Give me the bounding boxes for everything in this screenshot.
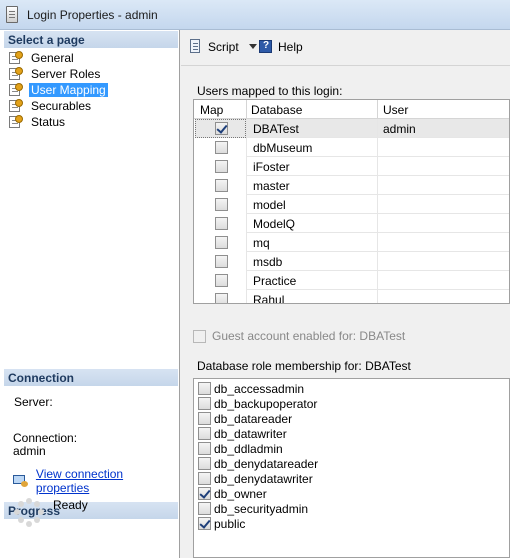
role-membership-list[interactable]: db_accessadmin db_backupoperator db_data… [193, 378, 510, 558]
role-checkbox[interactable] [198, 487, 211, 500]
role-checkbox[interactable] [198, 382, 211, 395]
help-label: Help [278, 39, 303, 54]
map-checkbox[interactable] [215, 293, 228, 303]
role-label: db_ddladmin [214, 442, 283, 456]
database-document-icon [6, 6, 18, 23]
page-item-status[interactable]: Status [8, 114, 108, 130]
help-button[interactable]: Help [258, 39, 303, 54]
progress-spinner-icon [14, 498, 44, 528]
server-label: Server: [14, 395, 53, 409]
table-row[interactable]: master [194, 176, 509, 195]
role-checkbox[interactable] [198, 457, 211, 470]
database-cell[interactable]: Practice [253, 274, 296, 288]
table-row[interactable]: DBATest admin [194, 119, 509, 138]
script-label: Script [208, 39, 239, 54]
page-label: Server Roles [31, 67, 101, 81]
role-label: public [214, 517, 246, 531]
page-wrench-icon [8, 67, 24, 81]
role-checkbox[interactable] [198, 397, 211, 410]
role-label: db_datareader [214, 412, 293, 426]
users-mapped-caption: Users mapped to this login: [197, 84, 343, 98]
database-cell[interactable]: ModelQ [253, 217, 295, 231]
page-label: Securables [31, 99, 92, 113]
column-header-database[interactable]: Database [251, 103, 302, 117]
page-item-securables[interactable]: Securables [8, 98, 108, 114]
guest-account-label: Guest account enabled for: DBATest [212, 329, 406, 343]
page-wrench-icon [8, 83, 24, 97]
table-row[interactable]: mq [194, 233, 509, 252]
table-row[interactable]: Rahul [194, 290, 509, 303]
map-checkbox[interactable] [215, 255, 228, 268]
role-label: db_denydatareader [214, 457, 319, 471]
role-label: db_securityadmin [214, 502, 309, 516]
database-cell[interactable]: master [253, 179, 290, 193]
database-cell[interactable]: msdb [253, 255, 282, 269]
page-label: User Mapping [29, 83, 108, 97]
map-checkbox[interactable] [215, 198, 228, 211]
select-page-header: Select a page [4, 31, 178, 48]
table-row[interactable]: ModelQ [194, 214, 509, 233]
map-checkbox[interactable] [215, 236, 228, 249]
page-wrench-icon [8, 115, 24, 129]
connection-value: admin [13, 444, 46, 458]
page-list: General Server Roles User Mapping Secura… [8, 50, 108, 130]
page-label: Status [31, 115, 66, 129]
map-checkbox[interactable] [215, 179, 228, 192]
script-button[interactable]: Script [188, 39, 257, 54]
table-row[interactable]: msdb [194, 252, 509, 271]
progress-status: Ready [53, 498, 88, 512]
database-cell[interactable]: model [253, 198, 286, 212]
role-label: db_accessadmin [214, 382, 305, 396]
map-checkbox[interactable] [215, 217, 228, 230]
page-wrench-icon [8, 99, 24, 113]
role-label: db_datawriter [214, 427, 287, 441]
role-checkbox[interactable] [198, 472, 211, 485]
page-item-server-roles[interactable]: Server Roles [8, 66, 108, 82]
database-cell[interactable]: DBATest [253, 122, 299, 136]
left-panel: Select a page General Server Roles User … [0, 30, 180, 558]
page-wrench-icon [8, 51, 24, 65]
connection-header: Connection [4, 369, 178, 386]
user-cell[interactable]: admin [383, 122, 416, 136]
chevron-down-icon[interactable] [248, 44, 257, 49]
table-row[interactable]: Practice [194, 271, 509, 290]
role-membership-caption: Database role membership for: DBATest [197, 359, 411, 373]
table-row[interactable]: dbMuseum [194, 138, 509, 157]
role-checkbox[interactable] [198, 502, 211, 515]
page-label: General [31, 51, 74, 65]
role-label: db_backupoperator [214, 397, 318, 411]
map-checkbox[interactable] [215, 274, 228, 287]
database-cell[interactable]: dbMuseum [253, 141, 312, 155]
database-cell[interactable]: Rahul [253, 293, 284, 303]
role-checkbox[interactable] [198, 427, 211, 440]
guest-account-checkbox[interactable] [193, 330, 206, 343]
page-item-user-mapping[interactable]: User Mapping [8, 82, 108, 98]
map-checkbox[interactable] [215, 141, 228, 154]
view-connection-properties-text[interactable]: View connection properties [36, 467, 179, 495]
window-title: Login Properties - admin [27, 8, 158, 22]
map-checkbox[interactable] [215, 122, 228, 135]
role-checkbox[interactable] [198, 412, 211, 425]
grid-header: Map Database User [194, 100, 509, 119]
help-icon [258, 39, 273, 54]
script-icon [188, 39, 203, 54]
database-cell[interactable]: iFoster [253, 160, 290, 174]
page-item-general[interactable]: General [8, 50, 108, 66]
role-label: db_owner [214, 487, 267, 501]
table-row[interactable]: model [194, 195, 509, 214]
connection-properties-icon [13, 474, 29, 488]
role-checkbox[interactable] [198, 517, 211, 530]
database-cell[interactable]: mq [253, 236, 270, 250]
map-checkbox[interactable] [215, 160, 228, 173]
toolbar: Script Help [181, 30, 510, 66]
role-label: db_denydatawriter [214, 472, 313, 486]
column-header-map[interactable]: Map [200, 103, 223, 117]
role-checkbox[interactable] [198, 442, 211, 455]
user-mapping-grid[interactable]: Map Database User DBATest admin dbMuseum… [193, 99, 510, 304]
table-row[interactable]: iFoster [194, 157, 509, 176]
title-bar: Login Properties - admin [0, 0, 510, 30]
connection-label: Connection: [13, 431, 78, 445]
view-connection-properties-link[interactable]: View connection properties [13, 467, 179, 495]
column-header-user[interactable]: User [383, 103, 408, 117]
